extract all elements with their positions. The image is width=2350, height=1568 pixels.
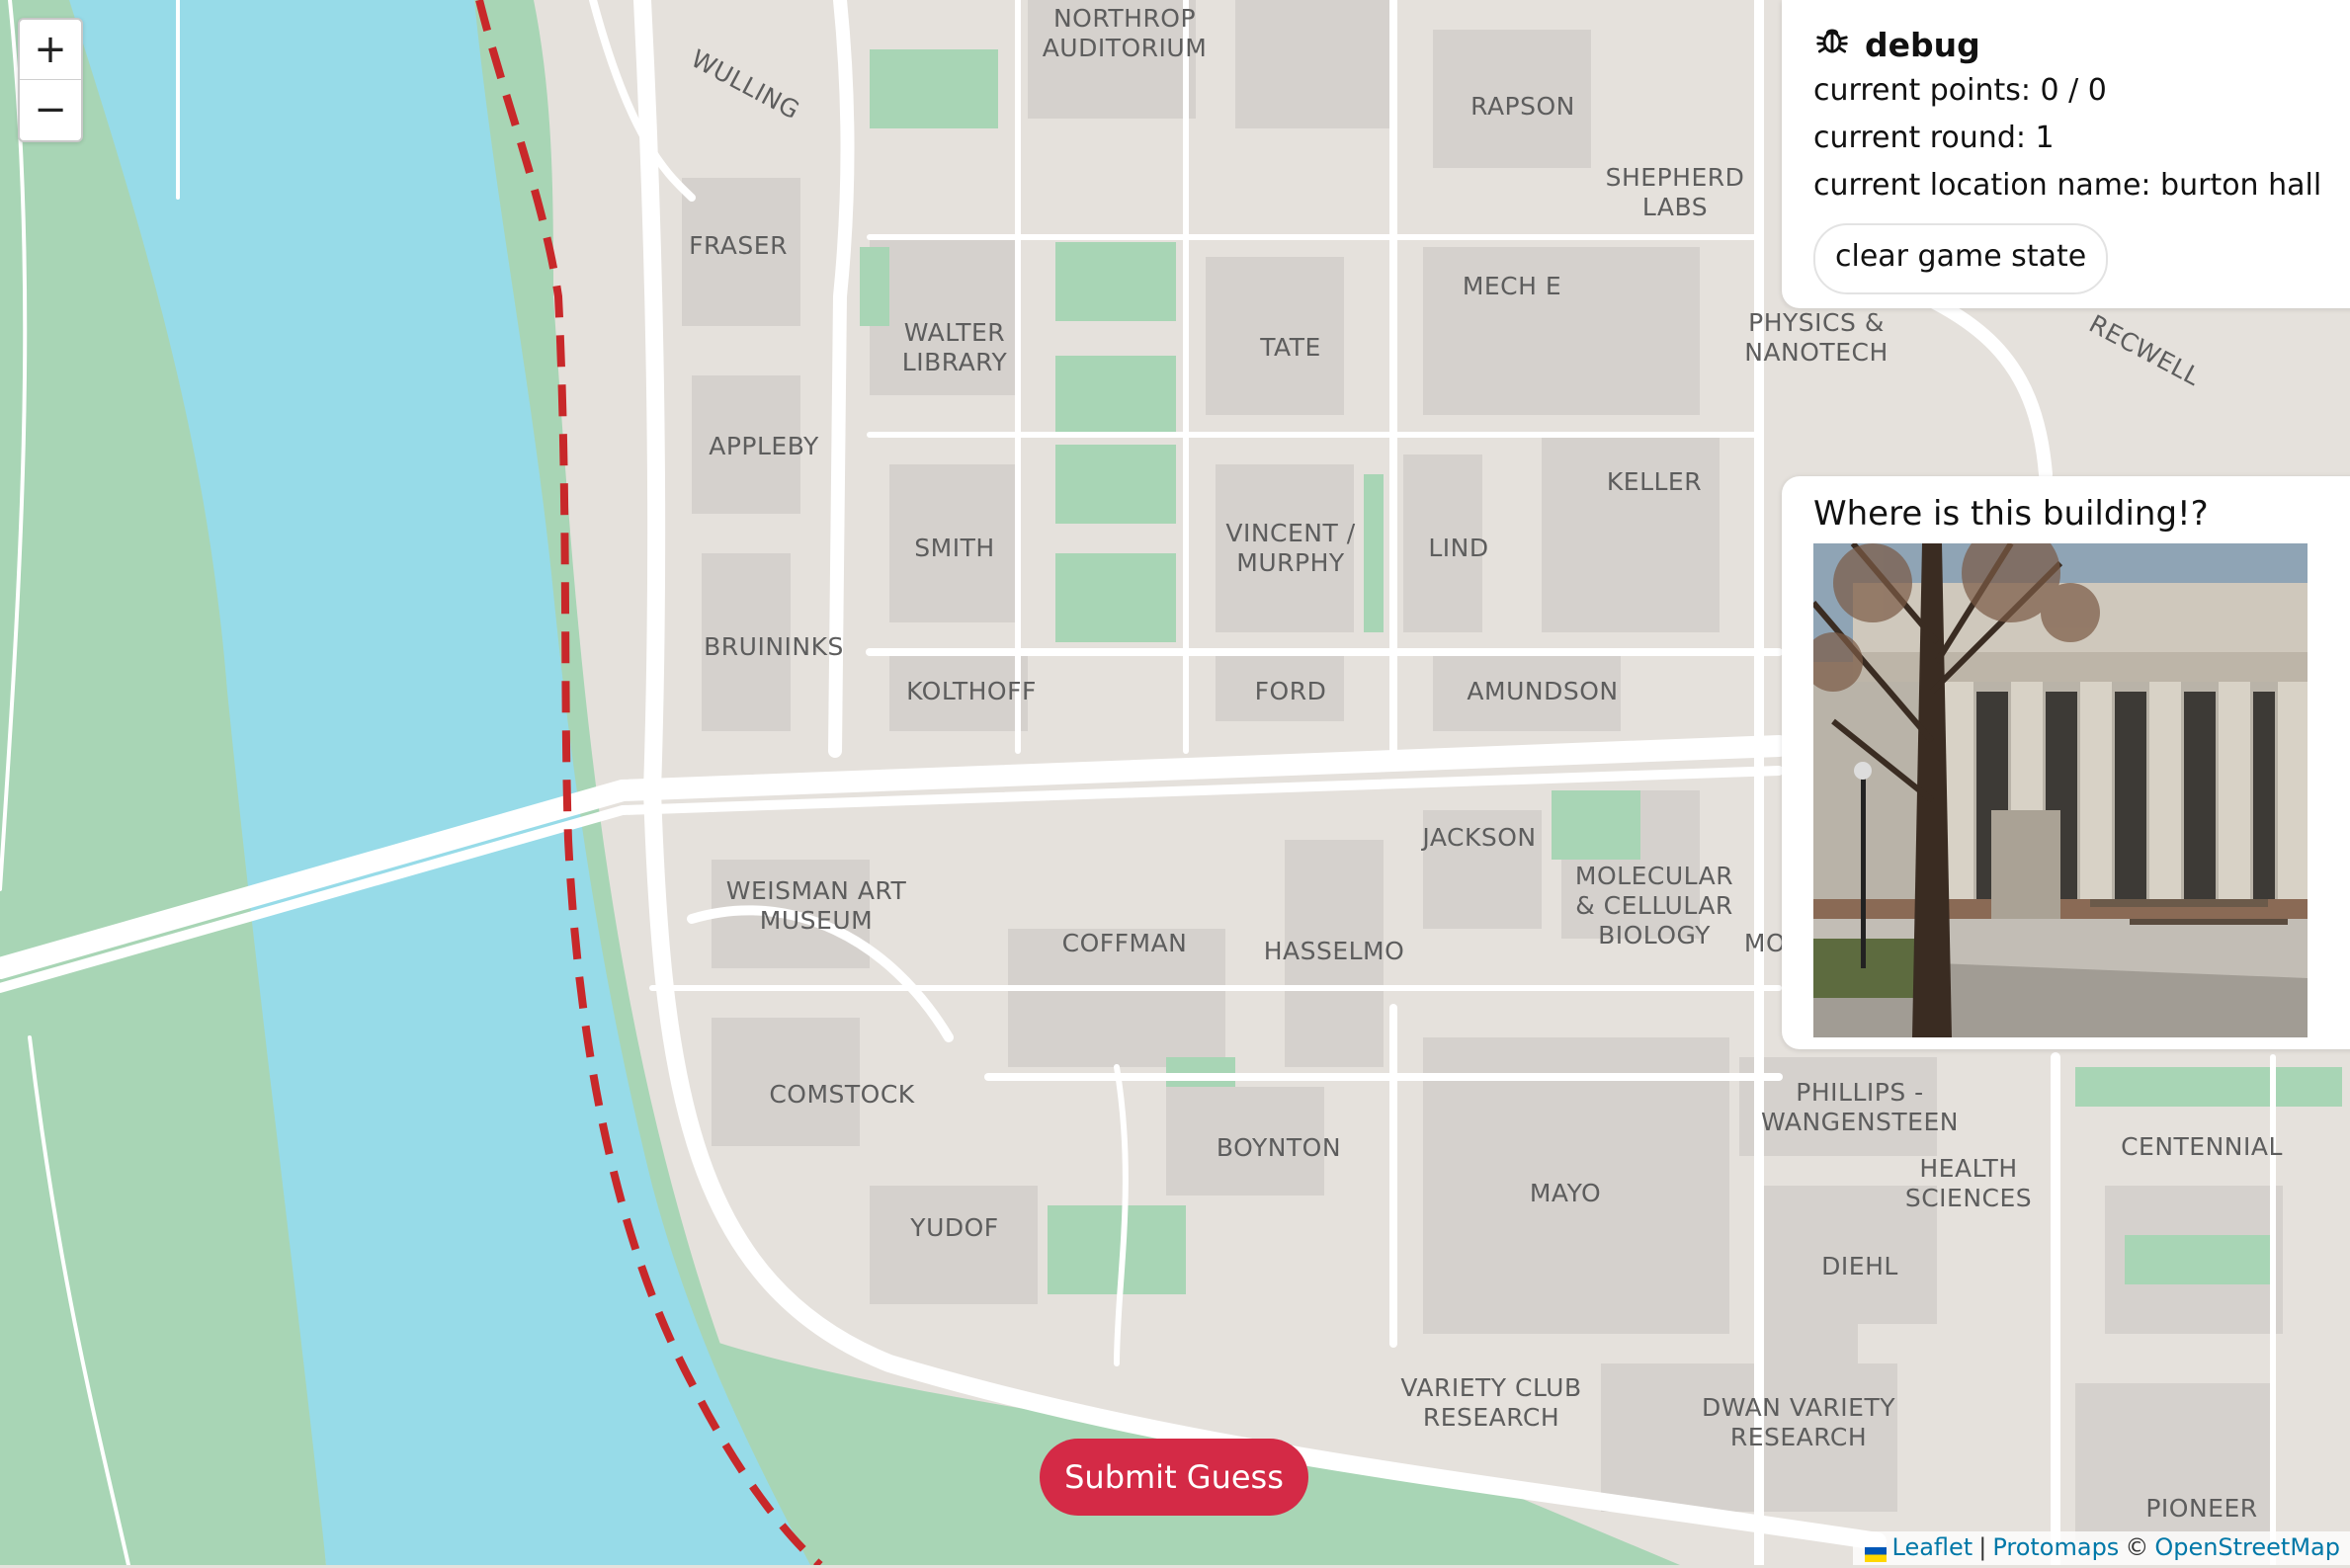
debug-panel: debug current points: 0 / 0 current roun… (1782, 0, 2350, 308)
map-label: MOLECULAR & CELLULAR BIOLOGY (1575, 862, 1733, 950)
map-label: WEISMAN ART MUSEUM (726, 876, 907, 936)
debug-title: debug (1813, 22, 1980, 67)
map-label: NORTHROP AUDITORIUM (1043, 4, 1208, 63)
current-round: current round: 1 (1813, 121, 2055, 155)
map-label: VINCENT / MURPHY (1225, 519, 1355, 578)
map-label: PHYSICS & NANOTECH (1744, 308, 1888, 368)
question-heading: Where is this building!? (1813, 494, 2209, 534)
protomaps-link[interactable]: Protomaps (1992, 1533, 2119, 1561)
map-label: APPLEBY (709, 432, 819, 461)
map-label: FORD (1255, 677, 1327, 706)
map-attribution: Leaflet | Protomaps © OpenStreetMap (1853, 1531, 2350, 1565)
map-label: LIND (1428, 534, 1488, 563)
submit-guess-button[interactable]: Submit Guess (1040, 1439, 1308, 1516)
map-label: MECH E (1463, 272, 1561, 301)
map-label: SMITH (914, 534, 994, 563)
ukraine-flag-icon (1865, 1540, 1887, 1555)
openstreetmap-link[interactable]: OpenStreetMap (2154, 1533, 2340, 1561)
map-label: COFFMAN (1062, 929, 1188, 958)
map-label: FRASER (689, 231, 788, 261)
current-location-name: current location name: burton hall (1813, 168, 2321, 203)
guess-panel: Where is this building!? (1782, 476, 2350, 1049)
map-label: PIONEER (2145, 1494, 2257, 1524)
map-label: DIEHL (1821, 1252, 1898, 1281)
current-points: current points: 0 / 0 (1813, 73, 2107, 108)
map-label: AMUNDSON (1467, 677, 1618, 706)
map-label: RAPSON (1470, 92, 1575, 122)
map-label: BRUININKS (704, 632, 844, 662)
zoom-in-button[interactable]: + (20, 20, 81, 80)
map-label: HEALTH SCIENCES (1905, 1154, 2032, 1213)
map-label: COMSTOCK (769, 1080, 914, 1110)
bug-icon (1813, 22, 1851, 67)
map-label: VARIETY CLUB RESEARCH (1400, 1373, 1581, 1433)
map-label: KOLTHOFF (906, 677, 1037, 706)
map-label: HASSELMO (1264, 937, 1405, 966)
map-label: MO (1744, 929, 1786, 958)
map-label: YUDOF (910, 1213, 998, 1243)
map-label: SHEPHERD LABS (1606, 163, 1745, 222)
map-label: MAYO (1530, 1179, 1601, 1208)
building-photo (1813, 543, 2308, 1037)
map-label: WALTER LIBRARY (902, 318, 1007, 377)
copyright-symbol: © (2125, 1533, 2148, 1561)
map-label: TATE (1260, 333, 1321, 363)
attribution-separator: | (1978, 1533, 1986, 1561)
leaflet-link[interactable]: Leaflet (1892, 1533, 1973, 1561)
debug-title-text: debug (1865, 26, 1980, 64)
map-label: PHILLIPS - WANGENSTEEN (1761, 1078, 1959, 1137)
clear-game-state-button[interactable]: clear game state (1813, 223, 2108, 294)
map-label: BOYNTON (1217, 1133, 1341, 1163)
zoom-out-button[interactable]: − (20, 80, 81, 139)
zoom-control: + − (18, 18, 83, 142)
map-label: CENTENNIAL (2121, 1132, 2283, 1162)
map-label: JACKSON (1422, 823, 1536, 853)
map-label: KELLER (1607, 467, 1702, 497)
map-label: DWAN VARIETY RESEARCH (1702, 1393, 1895, 1452)
